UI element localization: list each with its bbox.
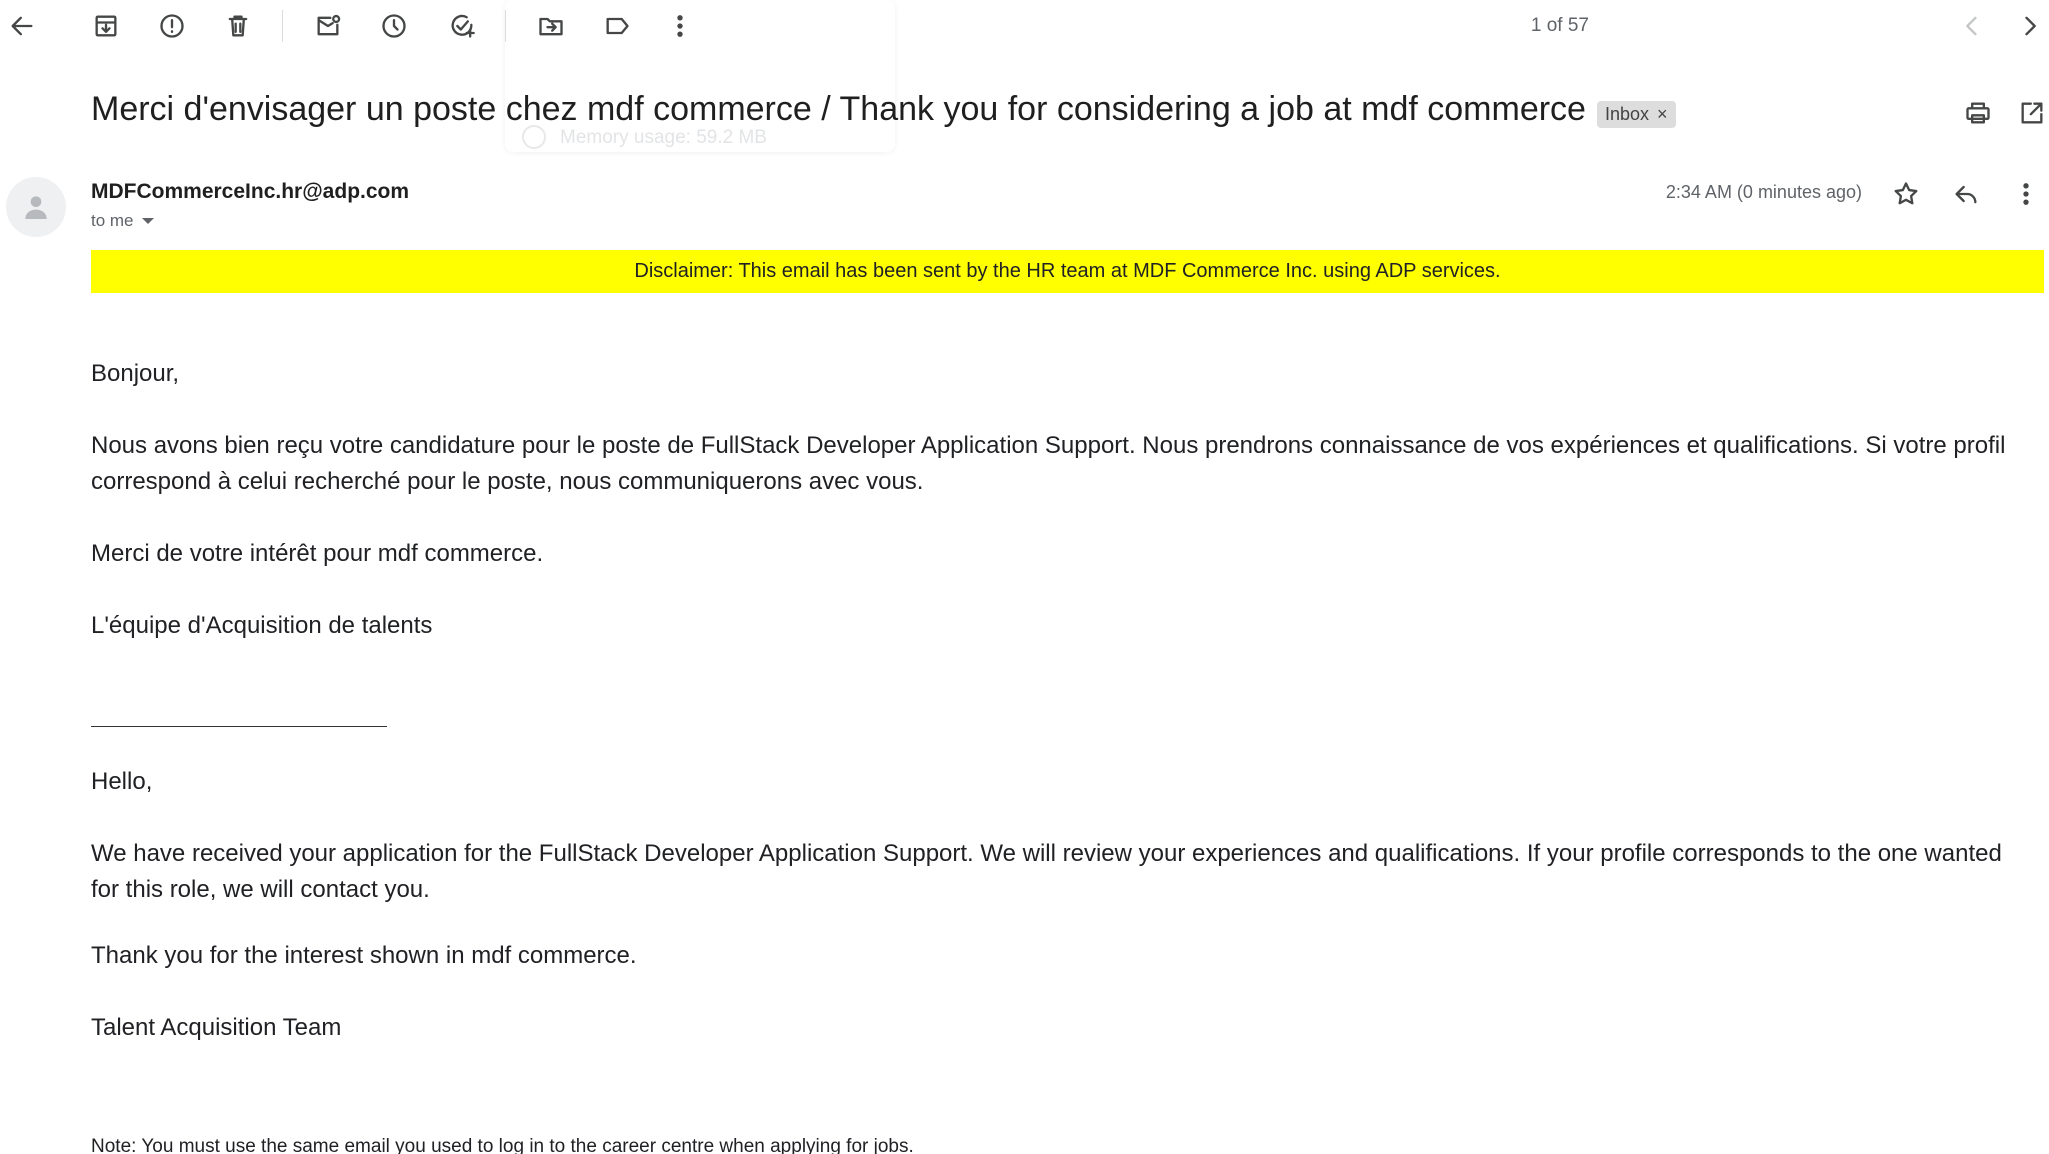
mark-unread-button[interactable] [308,6,348,46]
star-button[interactable] [1886,174,1926,214]
snooze-button[interactable] [374,6,414,46]
archive-icon [95,15,117,37]
memory-usage-text: Memory usage: 59.2 MB [560,127,767,148]
label-icon [606,17,629,35]
mail-unread-icon [317,14,341,36]
more-vert-icon [2023,183,2029,205]
newer-button[interactable] [1952,6,1992,46]
english-greeting: Hello, [91,768,153,795]
archive-button[interactable] [86,6,126,46]
french-greeting: Bonjour, [91,360,180,387]
recipient-details-toggle[interactable]: to me [91,211,154,231]
label-text: Inbox [1605,104,1650,124]
chevron-down-icon [141,218,154,224]
language-divider [91,726,387,727]
french-thanks: Merci de votre intérêt pour mdf commerce… [91,540,544,567]
inbox-label-chip[interactable]: Inbox × [1597,101,1676,128]
open-in-new-icon [2021,102,2043,124]
toolbar: 1 of 57 [0,0,2049,54]
toolbar-divider [505,10,506,42]
print-button[interactable] [1958,93,1998,133]
english-paragraph: We have received your application for th… [91,840,2002,903]
chevron-left-icon [1966,16,1977,36]
print-icon [1966,102,1990,124]
sender-email[interactable]: MDFCommerceInc.hr@adp.com [91,180,409,204]
older-button[interactable] [2010,6,2049,46]
pagination-count: 1 of 57 [1530,15,1589,36]
message-more-options-button[interactable] [2006,174,2046,214]
back-button[interactable] [2,6,42,46]
english-signature: Talent Acquisition Team [91,1014,342,1041]
remove-label-button[interactable]: × [1657,104,1668,125]
disclaimer-banner: Disclaimer: This email has been sent by … [91,250,2044,293]
add-task-icon [451,14,475,38]
french-signature: L'équipe d'Acquisition de talents [91,612,433,639]
toolbar-divider [282,10,283,42]
delete-button[interactable] [218,6,258,46]
english-thanks: Thank you for the interest shown in mdf … [91,942,637,969]
add-to-tasks-button[interactable] [442,6,482,46]
arrow-left-icon [11,16,33,36]
trash-icon [228,15,248,37]
more-vert-icon [677,15,683,37]
person-icon [25,196,47,219]
report-spam-button[interactable] [152,6,192,46]
folder-move-icon [539,17,563,36]
avatar [6,177,66,237]
labels-button[interactable] [597,6,637,46]
reply-icon [1955,185,1977,204]
email-subject: Merci d'envisager un poste chez mdf comm… [91,90,1586,128]
french-paragraph: Nous avons bien reçu votre candidature p… [91,432,2006,495]
move-to-button[interactable] [531,6,571,46]
star-icon [1894,182,1918,205]
recipient-text: to me [91,211,134,230]
more-options-button[interactable] [660,6,700,46]
chevron-right-icon [2025,16,2036,36]
clock-icon [382,14,406,38]
reply-button[interactable] [1946,174,1986,214]
open-in-new-window-button[interactable] [2012,93,2049,133]
report-spam-icon [160,14,184,38]
email-timestamp: 2:34 AM (0 minutes ago) [1665,182,1862,202]
login-note: Note: You must use the same email you us… [91,1136,914,1154]
